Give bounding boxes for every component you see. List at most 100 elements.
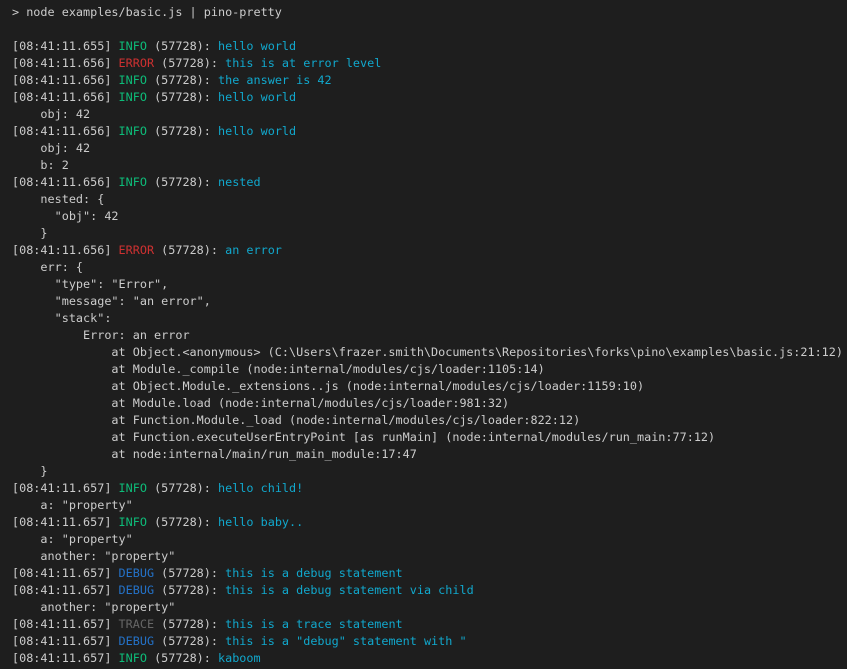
log-level-badge: INFO xyxy=(119,39,147,53)
log-level-badge: DEBUG xyxy=(119,634,155,648)
log-level-badge: DEBUG xyxy=(119,566,155,580)
log-text: > node examples/basic.js | pino-pretty xyxy=(12,5,282,19)
log-text: [08:41:11.657] xyxy=(12,566,119,580)
terminal-line: [08:41:11.657] INFO (57728): hello baby.… xyxy=(12,514,847,531)
log-message: hello child! xyxy=(218,481,303,495)
terminal-line: a: "property" xyxy=(12,531,847,548)
log-message: this is a "debug" statement with " xyxy=(225,634,466,648)
log-text: [08:41:11.656] xyxy=(12,73,119,87)
log-message: the answer is 42 xyxy=(218,73,332,87)
terminal[interactable]: > node examples/basic.js | pino-pretty [… xyxy=(0,0,847,669)
terminal-line: [08:41:11.655] INFO (57728): hello world xyxy=(12,38,847,55)
log-text: [08:41:11.657] xyxy=(12,481,119,495)
log-text: at Function.executeUserEntryPoint [as ru… xyxy=(12,430,715,444)
log-text: at Object.Module._extensions..js (node:i… xyxy=(12,379,644,393)
log-text: at node:internal/main/run_main_module:17… xyxy=(12,447,417,461)
log-text: [08:41:11.655] xyxy=(12,39,119,53)
terminal-line: [08:41:11.656] ERROR (57728): an error xyxy=(12,242,847,259)
log-message: this is a trace statement xyxy=(225,617,403,631)
log-level-badge: DEBUG xyxy=(119,583,155,597)
log-text: [08:41:11.657] xyxy=(12,651,119,665)
log-text: err: { xyxy=(12,260,83,274)
log-level-badge: ERROR xyxy=(119,56,155,70)
log-message: an error xyxy=(225,243,282,257)
terminal-line: at Object.<anonymous> (C:\Users\frazer.s… xyxy=(12,344,847,361)
terminal-line xyxy=(12,21,847,38)
log-text: (57728): xyxy=(154,566,225,580)
terminal-line: err: { xyxy=(12,259,847,276)
log-message: nested xyxy=(218,175,261,189)
terminal-line: } xyxy=(12,225,847,242)
log-message: this is at error level xyxy=(225,56,381,70)
log-text: [08:41:11.657] xyxy=(12,583,119,597)
terminal-line: [08:41:11.656] INFO (57728): nested xyxy=(12,174,847,191)
log-level-badge: INFO xyxy=(119,515,147,529)
log-level-badge: ERROR xyxy=(119,243,155,257)
log-text: (57728): xyxy=(154,634,225,648)
log-level-badge: INFO xyxy=(119,481,147,495)
terminal-line: [08:41:11.656] INFO (57728): the answer … xyxy=(12,72,847,89)
log-text: [08:41:11.656] xyxy=(12,56,119,70)
log-text: a: "property" xyxy=(12,532,133,546)
terminal-line: "type": "Error", xyxy=(12,276,847,293)
terminal-line: [08:41:11.656] INFO (57728): hello world xyxy=(12,123,847,140)
log-text: Error: an error xyxy=(12,328,190,342)
log-level-badge: TRACE xyxy=(119,617,155,631)
log-text: } xyxy=(12,464,48,478)
log-text: (57728): xyxy=(147,515,218,529)
terminal-line: "obj": 42 xyxy=(12,208,847,225)
terminal-line: [08:41:11.657] INFO (57728): hello child… xyxy=(12,480,847,497)
terminal-line: [08:41:11.657] TRACE (57728): this is a … xyxy=(12,616,847,633)
terminal-line: [08:41:11.657] DEBUG (57728): this is a … xyxy=(12,565,847,582)
terminal-line: obj: 42 xyxy=(12,106,847,123)
log-text: obj: 42 xyxy=(12,107,90,121)
log-message: hello baby.. xyxy=(218,515,303,529)
log-text: } xyxy=(12,226,48,240)
log-text: (57728): xyxy=(154,617,225,631)
terminal-line: another: "property" xyxy=(12,599,847,616)
log-text: [08:41:11.656] xyxy=(12,124,119,138)
log-text: b: 2 xyxy=(12,158,69,172)
log-text: at Object.<anonymous> (C:\Users\frazer.s… xyxy=(12,345,843,359)
log-text: another: "property" xyxy=(12,549,175,563)
terminal-line: at Function.Module._load (node:internal/… xyxy=(12,412,847,429)
log-level-badge: INFO xyxy=(119,73,147,87)
log-text: (57728): xyxy=(147,651,218,665)
log-text: at Module._compile (node:internal/module… xyxy=(12,362,545,376)
terminal-line: at Module.load (node:internal/modules/cj… xyxy=(12,395,847,412)
terminal-line: at Function.executeUserEntryPoint [as ru… xyxy=(12,429,847,446)
log-level-badge: INFO xyxy=(119,124,147,138)
log-message: hello world xyxy=(218,124,296,138)
log-text: (57728): xyxy=(147,481,218,495)
log-text: "type": "Error", xyxy=(12,277,168,291)
log-text: [08:41:11.657] xyxy=(12,634,119,648)
log-text: (57728): xyxy=(147,90,218,104)
log-text: (57728): xyxy=(147,73,218,87)
terminal-line: Error: an error xyxy=(12,327,847,344)
log-message: kaboom xyxy=(218,651,261,665)
terminal-line: } xyxy=(12,463,847,480)
terminal-line: another: "property" xyxy=(12,548,847,565)
log-text: at Function.Module._load (node:internal/… xyxy=(12,413,580,427)
log-message: hello world xyxy=(218,39,296,53)
log-text: (57728): xyxy=(154,56,225,70)
log-text: [08:41:11.656] xyxy=(12,175,119,189)
log-text: [08:41:11.656] xyxy=(12,90,119,104)
terminal-line: a: "property" xyxy=(12,497,847,514)
log-level-badge: INFO xyxy=(119,651,147,665)
terminal-line: nested: { xyxy=(12,191,847,208)
terminal-line: at Module._compile (node:internal/module… xyxy=(12,361,847,378)
log-text: nested: { xyxy=(12,192,104,206)
terminal-line: at node:internal/main/run_main_module:17… xyxy=(12,446,847,463)
terminal-line: "stack": xyxy=(12,310,847,327)
log-text: "obj": 42 xyxy=(12,209,119,223)
log-message: this is a debug statement xyxy=(225,566,403,580)
log-text: (57728): xyxy=(147,175,218,189)
terminal-line: "message": "an error", xyxy=(12,293,847,310)
log-text: obj: 42 xyxy=(12,141,90,155)
terminal-line: [08:41:11.657] DEBUG (57728): this is a … xyxy=(12,633,847,650)
terminal-line: [08:41:11.657] INFO (57728): kaboom xyxy=(12,650,847,667)
log-text: [08:41:11.657] xyxy=(12,617,119,631)
log-text: another: "property" xyxy=(12,600,175,614)
log-text: "stack": xyxy=(12,311,111,325)
